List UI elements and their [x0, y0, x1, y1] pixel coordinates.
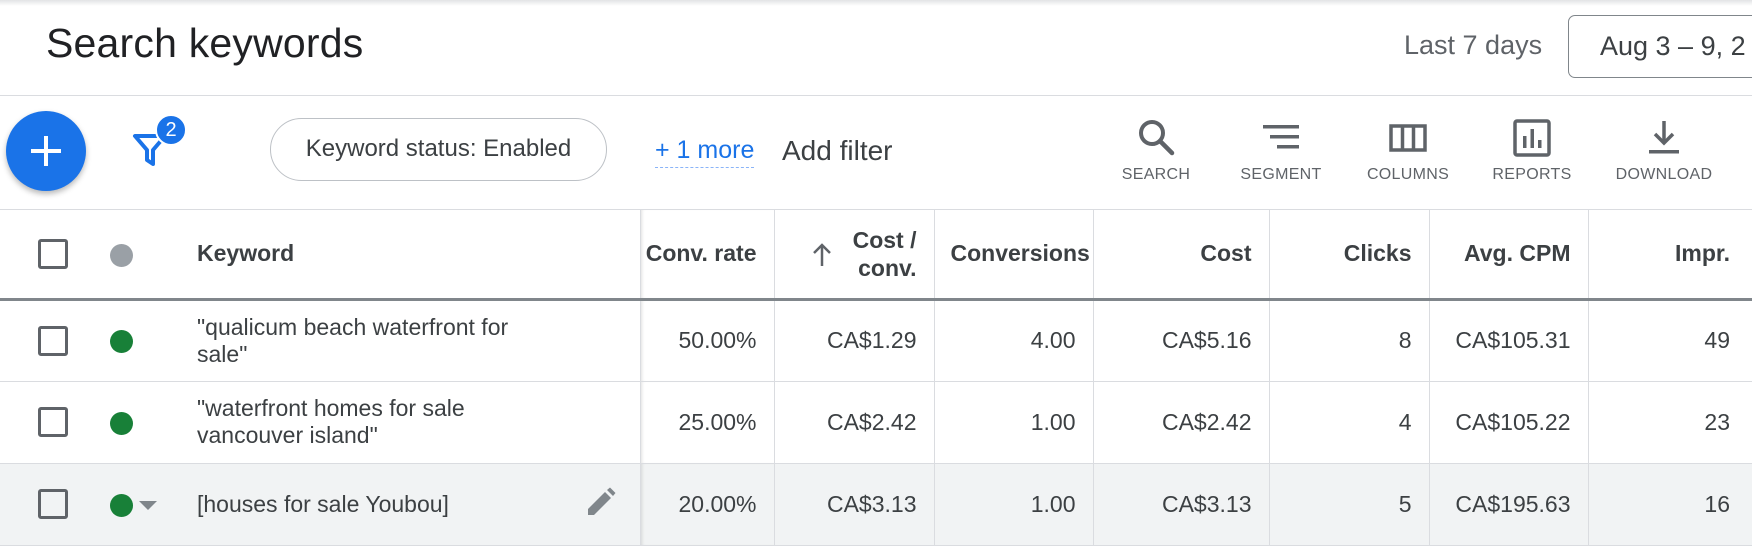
reports-tool-label: REPORTS: [1492, 166, 1572, 183]
cost-cell: CA$2.42: [1092, 381, 1269, 464]
keyword-cell[interactable]: "waterfront homes for sale vancouver isl…: [191, 381, 640, 464]
row-checkbox[interactable]: [38, 407, 68, 437]
keyword-text-line1: "waterfront homes for sale: [197, 395, 465, 421]
status-dropdown-icon[interactable]: [139, 500, 157, 510]
pencil-edit-icon[interactable]: [584, 487, 616, 519]
avg-cpm-column-header[interactable]: Avg. CPM: [1428, 210, 1588, 301]
clicks-cell: 8: [1268, 299, 1429, 382]
cost-per-conv-cell: CA$2.42: [773, 381, 934, 464]
reports-icon: [1513, 119, 1551, 157]
table-row[interactable]: "waterfront homes for sale vancouver isl…: [0, 381, 1752, 464]
segment-tool-button[interactable]: SEGMENT: [1236, 118, 1326, 190]
cost-per-conv-cell: CA$3.13: [773, 463, 934, 546]
impr-cell: 49: [1587, 299, 1752, 382]
page-header: Search keywords Last 7 days Aug 3 – 9, 2: [0, 0, 1752, 96]
plus-icon: [31, 136, 61, 166]
conversions-cell: 4.00: [933, 299, 1093, 382]
conversions-column-header[interactable]: Conversions: [933, 210, 1093, 301]
add-keyword-button[interactable]: [6, 111, 86, 191]
keyword-cell[interactable]: "qualicum beach waterfront for sale": [191, 299, 640, 382]
conv-rate-cell: 50.00%: [639, 299, 774, 382]
search-icon: [1139, 120, 1175, 156]
table-row[interactable]: [houses for sale Youbou] 20.00% CA$3.13 …: [0, 463, 1752, 546]
avg-cpm-cell: CA$105.31: [1428, 299, 1588, 382]
clicks-cell: 4: [1268, 381, 1429, 464]
download-tool-label: DOWNLOAD: [1615, 166, 1713, 183]
segment-tool-label: SEGMENT: [1240, 166, 1322, 183]
date-range-label: Last 7 days: [1404, 30, 1543, 60]
keyword-cell[interactable]: [houses for sale Youbou]: [191, 463, 640, 546]
select-all-cell: [0, 210, 100, 301]
conversions-cell: 1.00: [933, 381, 1093, 464]
date-range-picker[interactable]: Aug 3 – 9, 2: [1568, 15, 1752, 78]
conversions-cell: 1.00: [933, 463, 1093, 546]
avg-cpm-cell: CA$195.63: [1428, 463, 1588, 546]
keyword-text-line1: [houses for sale Youbou]: [197, 490, 449, 517]
columns-tool-label: COLUMNS: [1366, 166, 1450, 183]
avg-cpm-cell: CA$105.22: [1428, 381, 1588, 464]
select-all-checkbox[interactable]: [38, 238, 68, 269]
cost-per-conv-column-header[interactable]: Cost / conv.: [773, 210, 934, 301]
impr-cell: 23: [1587, 381, 1752, 464]
cost-per-conv-header-line2: conv.: [858, 254, 917, 281]
cost-cell: CA$5.16: [1092, 299, 1269, 382]
enabled-status-dot[interactable]: [110, 330, 133, 354]
impr-cell: 16: [1587, 463, 1752, 546]
cost-per-conv-cell: CA$1.29: [773, 299, 934, 382]
keywords-table: Keyword Conv. rate Cost / conv. Conversi…: [0, 209, 1752, 548]
conv-rate-cell: 20.00%: [639, 463, 774, 546]
cost-column-header[interactable]: Cost: [1092, 210, 1269, 301]
enabled-status-dot[interactable]: [110, 493, 133, 517]
status-header-cell: [100, 210, 191, 301]
cost-per-conv-header-line1: Cost /: [852, 226, 917, 253]
filter-count-badge: 2: [155, 114, 187, 146]
row-checkbox[interactable]: [38, 489, 68, 519]
reports-tool-button[interactable]: REPORTS: [1492, 118, 1572, 190]
sort-ascending-icon: [812, 242, 831, 266]
download-icon: [1649, 121, 1679, 154]
page-title: Search keywords: [46, 20, 364, 66]
impr-column-header[interactable]: Impr.: [1587, 210, 1752, 301]
search-tool-label: SEARCH: [1121, 166, 1191, 183]
segment-icon: [1263, 125, 1299, 149]
add-filter-button[interactable]: Add filter: [782, 135, 893, 167]
columns-icon: [1389, 124, 1427, 152]
clicks-column-header[interactable]: Clicks: [1268, 210, 1429, 301]
keyword-column-header[interactable]: Keyword: [191, 210, 640, 301]
keyword-text-line1: "qualicum beach waterfront for: [197, 313, 509, 340]
keyword-text-line2: sale": [197, 340, 248, 367]
conv-rate-cell: 25.00%: [639, 381, 774, 464]
search-tool-button[interactable]: SEARCH: [1118, 118, 1194, 190]
columns-tool-button[interactable]: COLUMNS: [1363, 118, 1453, 190]
clicks-cell: 5: [1268, 463, 1429, 546]
more-filters-link[interactable]: + 1 more: [655, 136, 755, 168]
cost-cell: CA$3.13: [1092, 463, 1269, 546]
table-header-row: Keyword Conv. rate Cost / conv. Conversi…: [0, 210, 1752, 301]
row-checkbox[interactable]: [38, 325, 68, 356]
enabled-status-dot[interactable]: [110, 411, 133, 435]
status-header-dot[interactable]: [110, 243, 133, 267]
keyword-status-filter-chip[interactable]: Keyword status: Enabled: [270, 118, 607, 181]
conv-rate-column-header[interactable]: Conv. rate: [639, 210, 774, 301]
table-row[interactable]: "qualicum beach waterfront for sale" 50.…: [0, 299, 1752, 382]
keyword-text-line2: vancouver island": [197, 422, 378, 448]
download-tool-button[interactable]: DOWNLOAD: [1614, 118, 1714, 190]
